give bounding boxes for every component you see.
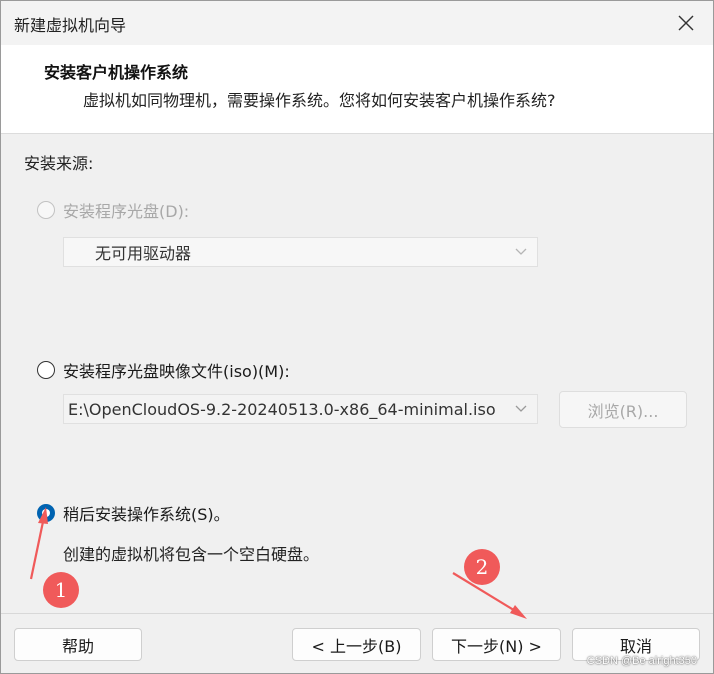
page-subtitle: 虚拟机如同物理机，需要操作系统。您将如何安装客户机操作系统? bbox=[83, 91, 556, 110]
next-button[interactable]: 下一步(N) > bbox=[432, 628, 561, 661]
radio-disc[interactable] bbox=[37, 201, 55, 219]
chevron-down-icon bbox=[515, 405, 527, 412]
chevron-down-icon bbox=[515, 248, 527, 255]
annotation-badge-1: 1 bbox=[43, 572, 79, 608]
radio-iso[interactable] bbox=[37, 361, 55, 379]
iso-path-value: E:\OpenCloudOS-9.2-20240513.0-x86_64-min… bbox=[68, 399, 496, 419]
annotation-badge-2: 2 bbox=[464, 549, 500, 585]
back-button[interactable]: < 上一步(B) bbox=[292, 628, 421, 661]
radio-option-later[interactable]: 稍后安装操作系统(S)。 bbox=[37, 501, 230, 525]
radio-iso-label: 安装程序光盘映像文件(iso)(M): bbox=[63, 362, 290, 381]
help-button[interactable]: 帮助 bbox=[14, 628, 142, 661]
close-button[interactable] bbox=[659, 1, 713, 45]
footer-divider bbox=[1, 613, 713, 614]
page-title: 安装客户机操作系统 bbox=[44, 63, 189, 82]
new-vm-wizard-window: 新建虚拟机向导 安装客户机操作系统 虚拟机如同物理机，需要操作系统。您将如何安装… bbox=[0, 0, 714, 674]
radio-later-label: 稍后安装操作系统(S)。 bbox=[63, 505, 230, 524]
disc-drive-select[interactable]: 无可用驱动器 bbox=[63, 237, 538, 267]
annotation-arrow-1 bbox=[29, 516, 46, 580]
wizard-header: 安装客户机操作系统 虚拟机如同物理机，需要操作系统。您将如何安装客户机操作系统? bbox=[1, 45, 713, 134]
window-title: 新建虚拟机向导 bbox=[14, 16, 127, 35]
radio-option-iso[interactable]: 安装程序光盘映像文件(iso)(M): bbox=[37, 358, 290, 382]
watermark: CSDN @Be alright350 bbox=[586, 655, 697, 667]
install-later-description: 创建的虚拟机将包含一个空白硬盘。 bbox=[63, 545, 320, 564]
disc-drive-select-value: 无可用驱动器 bbox=[95, 244, 192, 263]
title-bar: 新建虚拟机向导 bbox=[1, 1, 713, 45]
iso-path-select[interactable]: E:\OpenCloudOS-9.2-20240513.0-x86_64-min… bbox=[63, 394, 538, 424]
install-source-label: 安装来源: bbox=[24, 154, 94, 173]
browse-button[interactable]: 浏览(R)... bbox=[559, 391, 687, 428]
radio-later[interactable] bbox=[37, 504, 55, 522]
close-icon bbox=[678, 15, 694, 31]
radio-option-disc[interactable]: 安装程序光盘(D): bbox=[37, 198, 189, 222]
radio-disc-label: 安装程序光盘(D): bbox=[63, 202, 190, 221]
annotation-arrowhead-2 bbox=[510, 605, 527, 619]
